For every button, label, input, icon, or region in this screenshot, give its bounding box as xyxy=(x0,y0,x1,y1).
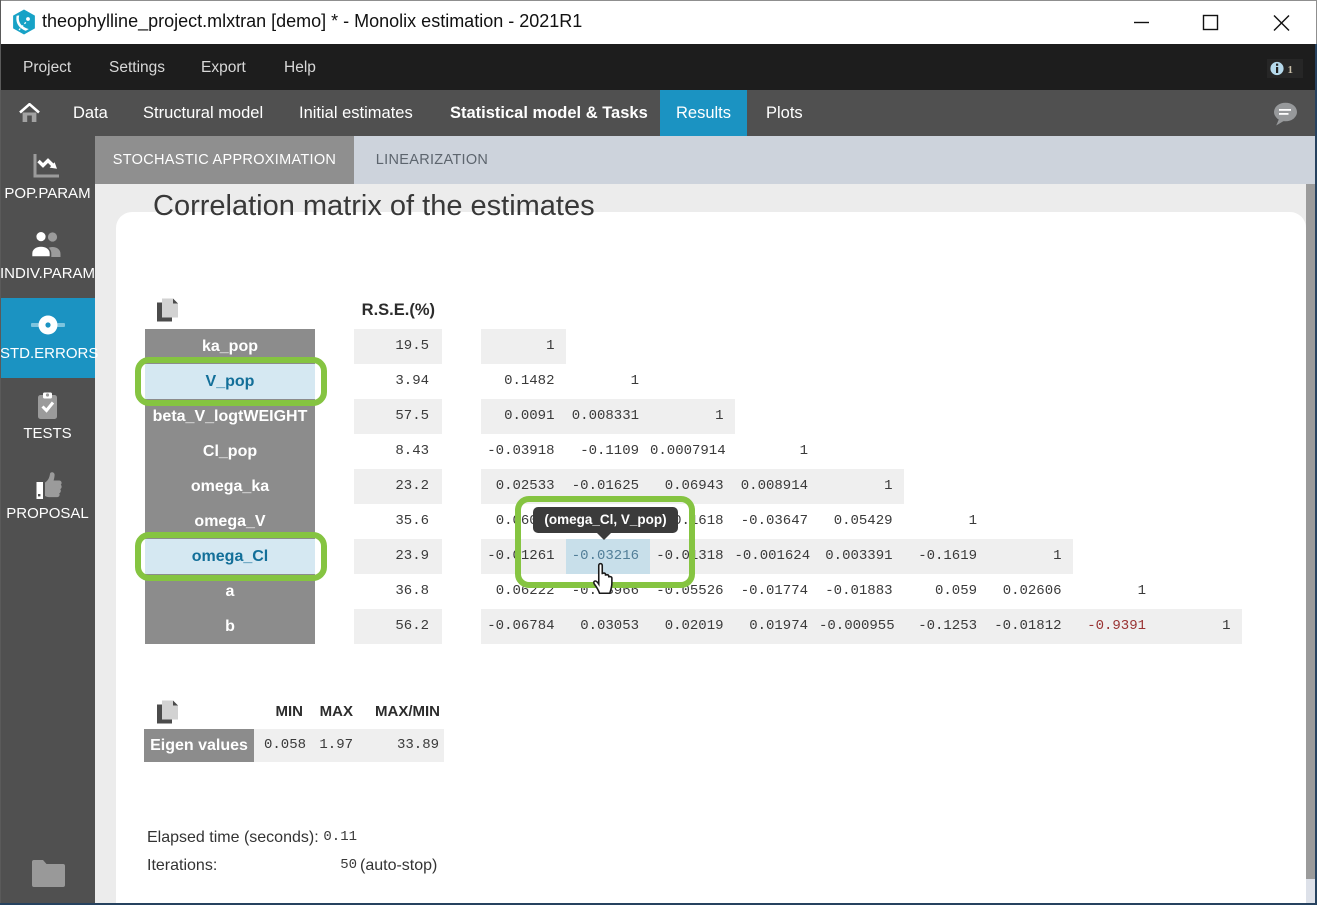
svg-text:1: 1 xyxy=(1288,64,1294,76)
